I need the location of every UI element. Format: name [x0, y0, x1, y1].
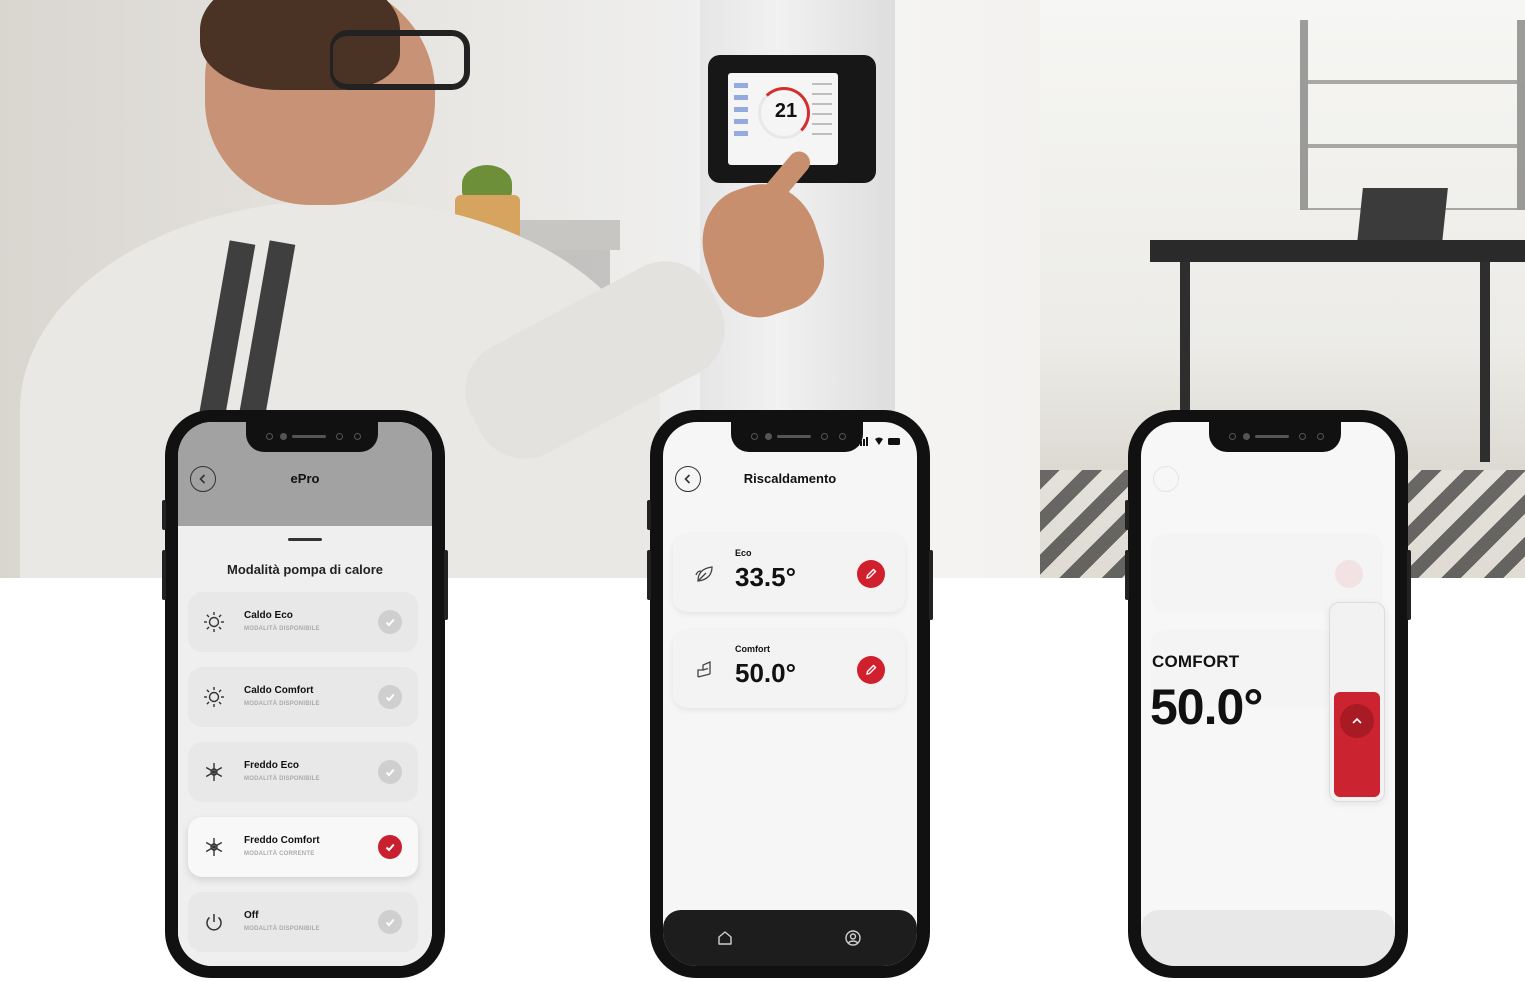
phone-side-button [647, 500, 651, 530]
mode-status: MODALITÀ DISPONIBILE [244, 701, 320, 707]
sheet-title: Modalità pompa di calore [226, 562, 384, 577]
ghost-edit-button [1335, 560, 1363, 588]
mode-option-caldo-eco[interactable]: Caldo Eco MODALITÀ DISPONIBILE [188, 592, 418, 652]
check-icon [378, 685, 402, 709]
phone-riscaldamento: Riscaldamento Eco 33.5° Comfort 50.0° [647, 410, 933, 978]
comfort-label: COMFORT [1152, 652, 1240, 671]
mode-status: MODALITÀ DISPONIBILE [244, 626, 320, 632]
phone-notch [246, 422, 378, 452]
check-selected-icon [378, 835, 402, 859]
mode-name: Caldo Eco [244, 610, 293, 621]
phone-side-button [1407, 550, 1411, 620]
mode-bottom-sheet: Modalità pompa di calore Caldo Eco MODAL… [178, 526, 432, 966]
desk-leg [1480, 262, 1490, 462]
screen-title: Riscaldamento [743, 471, 837, 486]
mode-name: Caldo Comfort [244, 685, 314, 696]
mode-status: MODALITÀ CORRENTE [244, 851, 315, 857]
comfort-temperature-value: 50.0° [1150, 679, 1263, 735]
thermostat-screen: 21 [728, 73, 838, 165]
snowflake-icon [202, 835, 226, 859]
bottom-tab-bar [663, 910, 917, 966]
sofa-icon [693, 658, 717, 682]
pencil-icon [866, 568, 877, 579]
setpoint-label: Eco [735, 548, 752, 558]
sun-icon [202, 610, 226, 634]
mode-name: Freddo Comfort [244, 835, 320, 846]
thermostat-status-icons [734, 83, 748, 143]
phone-notch [1209, 422, 1341, 452]
screen-title: ePro [290, 471, 320, 486]
check-icon [378, 760, 402, 784]
phone-screen: Riscaldamento Eco 33.5° Comfort 50.0° [663, 422, 917, 966]
temperature-slider[interactable] [1329, 602, 1385, 802]
phone-side-button [929, 550, 933, 620]
setpoint-value: 33.5° [735, 562, 797, 592]
sun-icon [202, 685, 226, 709]
sheet-grabber[interactable] [288, 538, 322, 541]
dimmed-tab-bar [1141, 910, 1395, 966]
phone-side-button [162, 550, 166, 600]
home-icon[interactable] [715, 928, 735, 948]
thermostat-temperature: 21 [774, 100, 798, 122]
mode-name: Off [244, 910, 259, 921]
setpoint-value: 50.0° [735, 658, 797, 688]
leaf-icon [693, 562, 717, 586]
phone-side-button [1125, 550, 1129, 600]
desk [1150, 240, 1525, 262]
back-button [1153, 466, 1179, 492]
setpoint-label: Comfort [735, 644, 770, 654]
setpoint-card-eco: Eco 33.5° [673, 534, 905, 612]
chevron-up-icon [1352, 717, 1362, 724]
mode-status: MODALITÀ DISPONIBILE [244, 926, 320, 932]
edit-setpoint-comfort-button[interactable] [857, 656, 885, 684]
status-bar-icons [857, 436, 901, 448]
edit-setpoint-eco-button[interactable] [857, 560, 885, 588]
mode-option-caldo-comfort[interactable]: Caldo Comfort MODALITÀ DISPONIBILE [188, 667, 418, 727]
phone-side-button [444, 550, 448, 620]
mode-status: MODALITÀ DISPONIBILE [244, 776, 320, 782]
ghost-card [1151, 534, 1383, 612]
mode-option-freddo-eco[interactable]: Freddo Eco MODALITÀ DISPONIBILE [188, 742, 418, 802]
mode-name: Freddo Eco [244, 760, 300, 771]
shelf [1300, 20, 1525, 210]
phone-side-button [647, 550, 651, 600]
setpoint-card-comfort: Comfort 50.0° [673, 630, 905, 708]
phone-notch [731, 422, 863, 452]
snowflake-icon [202, 760, 226, 784]
check-icon [378, 610, 402, 634]
mode-option-off[interactable]: Off MODALITÀ DISPONIBILE [188, 892, 418, 952]
user-icon[interactable] [843, 928, 863, 948]
power-icon [202, 910, 226, 934]
phone-epro: ePro Modalità pompa di calore Caldo Eco … [162, 410, 448, 978]
glasses [330, 30, 470, 90]
mode-option-freddo-comfort[interactable]: Freddo Comfort MODALITÀ CORRENTE [188, 817, 418, 877]
phone-side-button [1125, 500, 1129, 530]
laptop [1357, 188, 1448, 243]
phone-side-button [162, 500, 166, 530]
pencil-icon [866, 664, 877, 675]
slider-knob[interactable] [1340, 704, 1374, 738]
check-icon [378, 910, 402, 934]
phone-screen: ePro Modalità pompa di calore Caldo Eco … [178, 422, 432, 966]
thermostat-side-info [812, 83, 832, 143]
